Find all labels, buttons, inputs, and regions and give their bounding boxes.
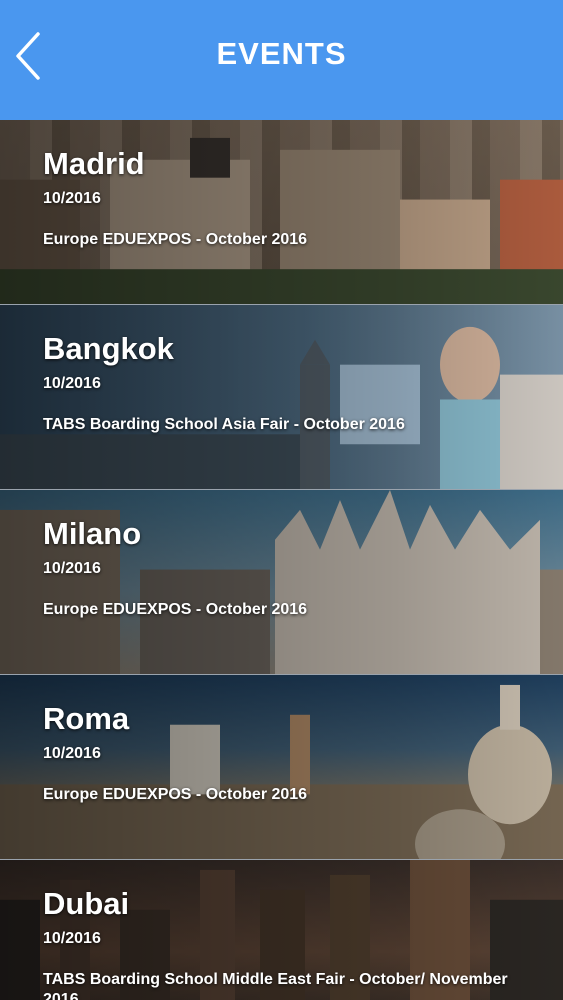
event-card-madrid[interactable]: Madrid 10/2016 Europe EDUEXPOS - October… xyxy=(0,120,563,305)
event-name: TABS Boarding School Middle East Fair - … xyxy=(43,971,508,1000)
event-name: TABS Boarding School Asia Fair - October… xyxy=(43,416,405,433)
event-date: 10/2016 xyxy=(43,930,101,947)
event-city: Roma xyxy=(43,701,130,736)
event-city: Madrid xyxy=(43,146,145,181)
event-city: Milano xyxy=(43,516,142,551)
event-city: Dubai xyxy=(43,886,130,921)
event-name: Europe EDUEXPOS - October 2016 xyxy=(43,786,308,803)
event-date: 10/2016 xyxy=(43,560,101,577)
event-card-roma[interactable]: Roma 10/2016 Europe EDUEXPOS - October 2… xyxy=(0,675,563,860)
event-card-milano[interactable]: Milano 10/2016 Europe EDUEXPOS - October… xyxy=(0,490,563,675)
event-name: Europe EDUEXPOS - October 2016 xyxy=(43,601,308,618)
event-card-bangkok[interactable]: Bangkok 10/2016 TABS Boarding School Asi… xyxy=(0,305,563,490)
events-list: Madrid 10/2016 Europe EDUEXPOS - October… xyxy=(0,120,563,1000)
event-date: 10/2016 xyxy=(43,745,101,762)
event-date: 10/2016 xyxy=(43,375,101,392)
event-date: 10/2016 xyxy=(43,190,101,207)
event-city: Bangkok xyxy=(43,331,174,366)
page-title: EVENTS xyxy=(216,36,347,71)
event-name: Europe EDUEXPOS - October 2016 xyxy=(43,231,308,248)
top-navigation-bar: EVENTS xyxy=(0,0,563,120)
event-card-dubai[interactable]: Dubai 10/2016 TABS Boarding School Middl… xyxy=(0,860,563,1000)
